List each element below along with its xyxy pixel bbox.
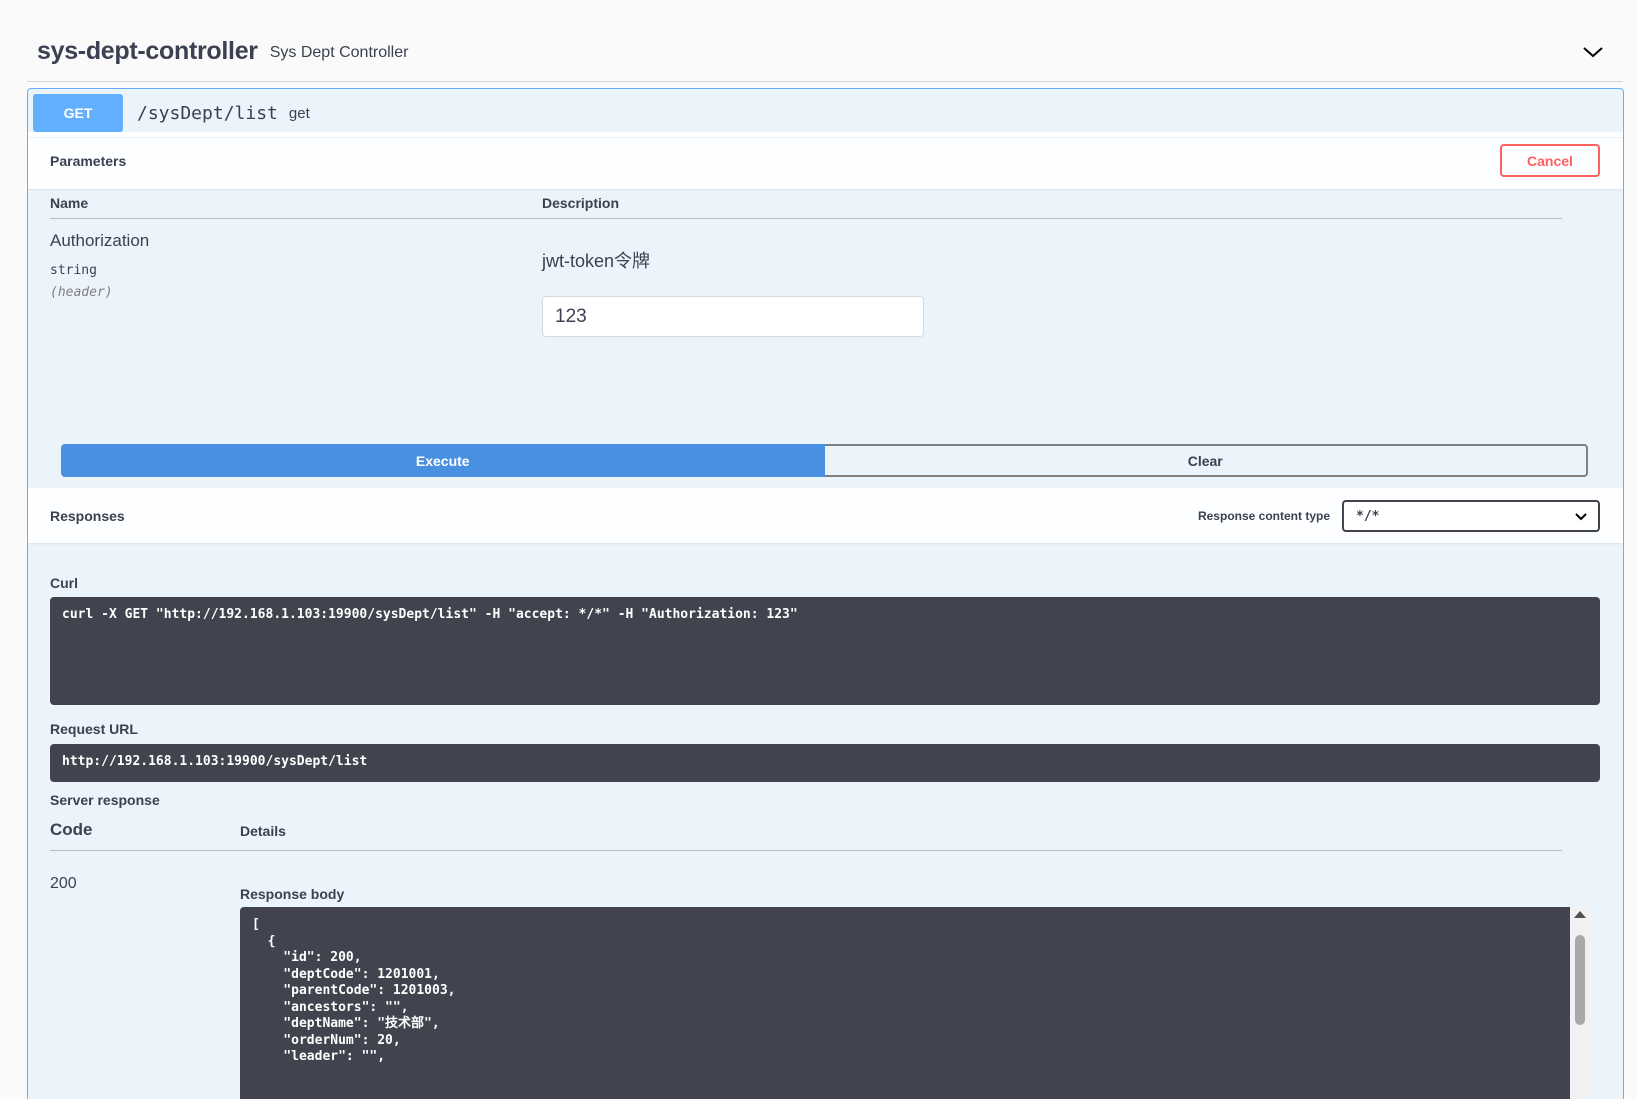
column-description: Description: [542, 195, 620, 211]
clear-button[interactable]: Clear: [824, 444, 1588, 477]
cancel-button[interactable]: Cancel: [1500, 144, 1600, 177]
server-response-label: Server response: [50, 792, 160, 808]
response-body-label: Response body: [240, 886, 345, 902]
execute-button[interactable]: Execute: [61, 444, 825, 477]
responses-title: Responses: [50, 507, 125, 524]
responses-table-header: Code Details: [50, 814, 1562, 851]
request-url: http://192.168.1.103:19900/sysDept/list: [50, 744, 1600, 782]
response-content-type-value: */*: [1356, 508, 1380, 524]
tag-name: sys-dept-controller: [37, 37, 258, 65]
param-location: (header): [50, 285, 113, 300]
column-details: Details: [240, 823, 286, 839]
chevron-down-icon[interactable]: [1581, 40, 1605, 64]
responses-header: Responses Response content type */*: [28, 488, 1623, 543]
response-body-scrollbar[interactable]: [1571, 907, 1589, 1099]
column-code: Code: [50, 820, 93, 839]
chevron-down-icon: [1575, 513, 1587, 521]
response-content-type-label: Response content type: [1197, 509, 1330, 523]
execute-wrapper: Execute Clear: [61, 444, 1588, 477]
request-url-label: Request URL: [50, 721, 138, 737]
curl-command: curl -X GET "http://192.168.1.103:19900/…: [50, 597, 1600, 705]
param-name: Authorization: [50, 231, 150, 250]
operation-summary: get: [288, 104, 310, 122]
opblock-get: GET /sysDept/list get Parameters Cancel …: [27, 88, 1624, 1099]
curl-label: Curl: [50, 575, 78, 591]
swagger-page: sys-dept-controller Sys Dept Controller …: [0, 0, 1637, 1099]
parameters-header: Parameters Cancel: [28, 132, 1623, 189]
response-status-code: 200: [50, 875, 77, 892]
param-type: string: [50, 263, 97, 278]
scroll-thumb[interactable]: [1575, 935, 1585, 1025]
authorization-input[interactable]: [542, 296, 924, 337]
scroll-up-arrow-icon[interactable]: [1574, 911, 1586, 918]
tag-header[interactable]: sys-dept-controller Sys Dept Controller: [27, 22, 1623, 82]
parameters-title: Parameters: [50, 152, 127, 169]
operation-path: /sysDept/list: [137, 102, 278, 124]
param-description: jwt-token令牌: [542, 251, 651, 271]
tag-description: Sys Dept Controller: [269, 43, 409, 61]
response-content-type-select[interactable]: */*: [1342, 500, 1600, 532]
column-name: Name: [50, 195, 89, 211]
parameters-table-header: Name Description: [50, 189, 1562, 219]
response-body[interactable]: [ { "id": 200, "deptCode": 1201001, "par…: [240, 907, 1570, 1099]
opblock-summary[interactable]: GET /sysDept/list get: [28, 89, 1623, 138]
method-badge: GET: [33, 94, 123, 132]
